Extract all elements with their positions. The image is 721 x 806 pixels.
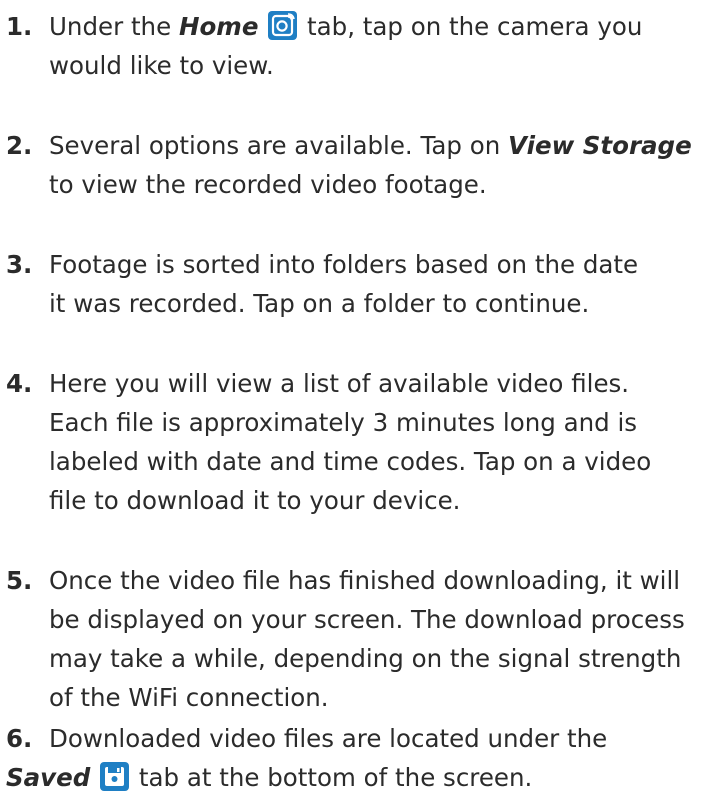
step-text: Footage is sorted into folders based on … [49,245,721,323]
step-line: Under the Home tab, tap on the camera yo… [49,7,721,46]
step-line-text: tab, tap on the camera you [299,12,643,41]
step-line-text: tab at the bottom of the screen. [131,763,533,792]
saved-tab-label: Saved [6,763,91,792]
step-text: Under the Home tab, tap on the camera yo… [49,7,721,85]
step-line-text: Under the [49,12,179,41]
step-line: it was recorded. Tap on a folder to cont… [49,289,590,318]
step-text: Once the video file has finished downloa… [49,561,721,717]
saved-floppy-icon [100,762,130,791]
step-line: Each file is approximately 3 minutes lon… [49,408,638,437]
step-text: Downloaded video files are located under… [6,719,721,797]
step-line: may take a while, depending on the signa… [49,644,682,673]
step-line: Footage is sorted into folders based on … [49,250,639,279]
step-line: file to download it to your device. [49,486,461,515]
step-text: Several options are available. Tap on Vi… [49,126,721,204]
step-line: Several options are available. Tap on Vi… [49,126,721,165]
home-tab-label: Home [178,12,259,41]
step-number: 4. [6,369,33,398]
step-line: Saved tab at the bottom of the screen. [6,758,721,797]
step-line: labeled with date and time codes. Tap on… [49,447,652,476]
step-text: Here you will view a list of available v… [49,364,721,520]
step-line: to view the recorded video footage. [49,170,487,199]
step-line: Downloaded video files are located under… [49,724,608,753]
step-number: 3. [6,250,33,279]
step-number: 1. [6,12,33,41]
step-line-text: Several options are available. Tap on [49,131,509,160]
step-line: be displayed on your screen. The downloa… [49,605,685,634]
step-number: 5. [6,566,33,595]
step-line: Here you will view a list of available v… [49,369,630,398]
step-number: 6. [6,724,33,753]
home-camera-icon [268,11,298,40]
step-number: 2. [6,131,33,160]
step-line: of the WiFi connection. [49,683,329,712]
step-line: would like to view. [49,51,274,80]
step-line: Once the video file has finished downloa… [49,566,681,595]
view-storage-label: View Storage [508,131,692,160]
